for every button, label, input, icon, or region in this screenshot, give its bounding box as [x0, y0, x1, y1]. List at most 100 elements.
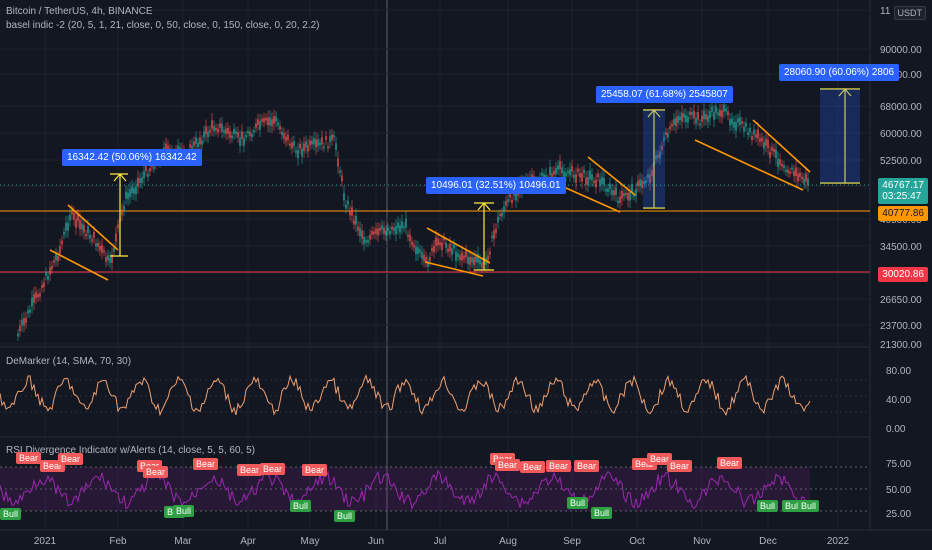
- candle-body: [777, 158, 779, 168]
- measure-label-2: 10496.01 (32.51%) 10496.01: [426, 177, 566, 194]
- candle-body: [747, 132, 749, 136]
- bull-marker: Bull: [757, 500, 779, 512]
- candle-body: [507, 199, 509, 203]
- time-tick: Jun: [368, 536, 384, 547]
- time-tick: 2021: [34, 536, 57, 547]
- candle-body: [321, 137, 323, 145]
- candle-body: [691, 112, 693, 115]
- candle-body: [389, 230, 391, 235]
- candle-body: [739, 117, 741, 125]
- bear-marker: Bear: [16, 452, 42, 464]
- candle-body: [265, 117, 267, 121]
- candle-body: [81, 223, 83, 230]
- symbol-title[interactable]: Bitcoin / TetherUS, 4h, BINANCE: [6, 6, 153, 17]
- candle-body: [799, 172, 801, 177]
- demarker-line: [0, 374, 811, 417]
- candle-body: [145, 165, 147, 171]
- candle-body: [465, 250, 467, 258]
- candle-body: [479, 259, 481, 265]
- candle-body: [79, 219, 81, 229]
- candle-body: [89, 234, 91, 239]
- candle-body: [419, 249, 421, 253]
- candle-body: [93, 231, 95, 238]
- candle-body: [117, 224, 119, 228]
- candle-body: [67, 222, 69, 231]
- candle-body: [671, 124, 673, 127]
- candle-body: [621, 190, 623, 199]
- candle-body: [803, 178, 805, 184]
- candle-body: [323, 146, 325, 149]
- candle-body: [291, 142, 293, 149]
- current-price: 46767.17: [882, 180, 924, 191]
- candle-body: [585, 177, 587, 185]
- bear-marker: Bear: [260, 463, 286, 475]
- candle-body: [381, 225, 383, 230]
- candle-body: [423, 254, 425, 262]
- candle-body: [197, 142, 199, 147]
- candle-body: [789, 171, 791, 174]
- candle-body: [601, 176, 603, 185]
- candle-body: [631, 183, 633, 193]
- candle-body: [683, 113, 685, 118]
- candle-body: [677, 115, 679, 123]
- candle-body: [451, 248, 453, 256]
- candle-body: [629, 192, 631, 201]
- candle-body: [505, 201, 507, 206]
- candle-body: [579, 172, 581, 178]
- candle-body: [431, 247, 433, 252]
- bull-marker: Bull: [798, 500, 820, 512]
- demarker-legend[interactable]: DeMarker (14, SMA, 70, 30): [6, 356, 131, 367]
- candle-body: [399, 225, 401, 233]
- candle-body: [307, 145, 309, 152]
- candle-body: [331, 134, 333, 140]
- candle-body: [681, 112, 683, 122]
- candle-body: [703, 110, 705, 120]
- candle-body: [43, 282, 45, 287]
- bull-marker: Bull: [0, 508, 22, 520]
- candle-body: [719, 109, 721, 117]
- candle-body: [779, 159, 781, 165]
- candle-body: [359, 228, 361, 236]
- candle-body: [301, 148, 303, 157]
- candle-body: [275, 116, 277, 122]
- currency-badge[interactable]: USDT: [893, 6, 926, 20]
- demarker-tick: 80.00: [886, 366, 911, 377]
- candle-body: [623, 193, 625, 197]
- candle-body: [137, 177, 139, 187]
- candle-body: [243, 138, 245, 146]
- candle-body: [351, 207, 353, 216]
- candle-body: [239, 137, 241, 146]
- time-tick: Jul: [434, 536, 447, 547]
- candle-body: [425, 257, 427, 263]
- candle-body: [801, 176, 803, 180]
- indicator-legend[interactable]: basel indic -2 (20, 5, 1, 21, close, 0, …: [6, 20, 320, 31]
- candle-body: [69, 214, 71, 221]
- price-tick: 26650.00: [880, 295, 922, 306]
- candle-body: [767, 139, 769, 148]
- candle-body: [605, 188, 607, 192]
- candle-body: [669, 126, 671, 130]
- candle-body: [309, 140, 311, 146]
- candle-body: [345, 204, 347, 209]
- candle-body: [369, 234, 371, 240]
- rsi-legend[interactable]: RSI Divergence Indicator w/Alerts (14, c…: [6, 445, 255, 456]
- time-tick: Nov: [693, 536, 711, 547]
- candle-body: [23, 318, 25, 326]
- candle-body: [85, 233, 87, 237]
- rsi-tick: 25.00: [886, 509, 911, 520]
- candle-body: [721, 110, 723, 118]
- price-tick: 34500.00: [880, 242, 922, 253]
- support-level-tag: 40777.86: [878, 206, 928, 221]
- candle-body: [339, 170, 341, 173]
- candle-body: [35, 292, 37, 298]
- candle-body: [261, 118, 263, 122]
- candle-body: [567, 171, 569, 174]
- candle-body: [791, 167, 793, 170]
- candle-body: [39, 293, 41, 297]
- candle-body: [311, 140, 313, 145]
- candle-body: [105, 257, 107, 262]
- candle-body: [27, 310, 29, 314]
- bear-marker: Bear: [495, 459, 521, 471]
- candle-body: [401, 221, 403, 229]
- candle-body: [749, 127, 751, 133]
